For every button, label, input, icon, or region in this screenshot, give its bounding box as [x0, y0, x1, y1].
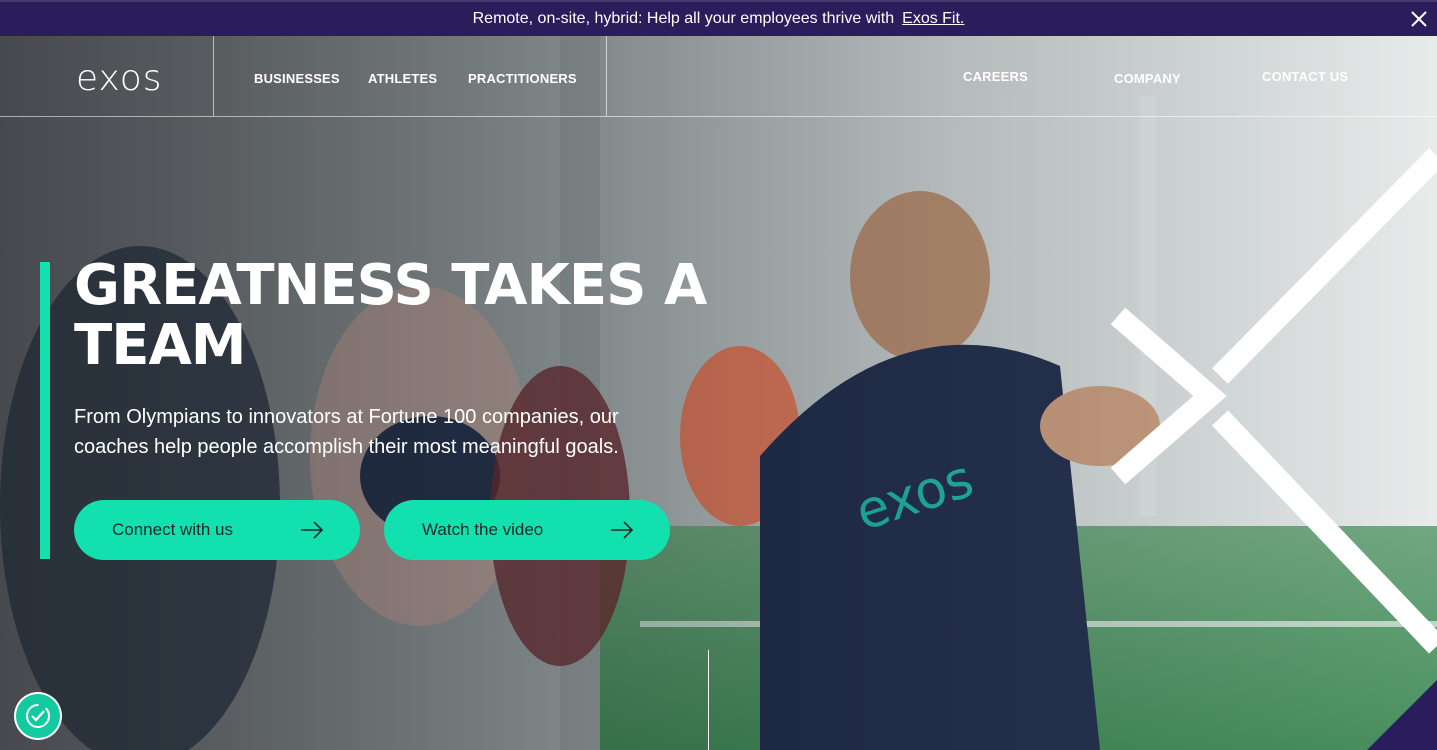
- promo-banner: Remote, on-site, hybrid: Help all your e…: [0, 0, 1437, 36]
- nav-divider: [213, 36, 214, 116]
- accessibility-icon: [26, 704, 50, 728]
- scroll-line: [708, 650, 709, 750]
- nav-item-careers[interactable]: CAREERS: [963, 69, 1028, 84]
- connect-button-label: Connect with us: [112, 520, 233, 539]
- hero-headline: GREATNESS TAKES A TEAM: [74, 253, 707, 378]
- corner-decoration: [1367, 680, 1437, 750]
- banner-link[interactable]: Exos Fit.: [902, 10, 964, 28]
- watch-video-button-label: Watch the video: [422, 520, 544, 539]
- exos-logo[interactable]: exos: [76, 58, 163, 99]
- nav-item-contact-us[interactable]: CONTACT US: [1262, 69, 1348, 84]
- nav-item-businesses[interactable]: BUSINESSES: [254, 71, 340, 86]
- nav-item-athletes[interactable]: ATHLETES: [368, 71, 437, 86]
- arrow-right-icon: [301, 521, 324, 539]
- decorative-x-shape: [1110, 148, 1437, 654]
- watch-video-button[interactable]: Watch the video: [384, 500, 670, 560]
- hero-subtext: From Olympians to innovators at Fortune …: [74, 406, 619, 458]
- nav-item-company[interactable]: COMPANY: [1114, 71, 1181, 86]
- hero-section: exos exos BUSINESSES ATHLETES PRACTITION…: [0, 36, 1437, 750]
- banner-text: Remote, on-site, hybrid: Help all your e…: [472, 10, 895, 27]
- nav-item-practitioners[interactable]: PRACTITIONERS: [468, 71, 577, 86]
- accessibility-button[interactable]: [16, 694, 60, 738]
- close-icon[interactable]: [1409, 9, 1429, 29]
- nav-divider: [606, 36, 607, 116]
- main-nav: exos BUSINESSES ATHLETES PRACTITIONERS C…: [0, 36, 1437, 117]
- connect-button[interactable]: Connect with us: [74, 500, 360, 560]
- accent-bar: [40, 262, 50, 559]
- arrow-right-icon: [611, 521, 634, 539]
